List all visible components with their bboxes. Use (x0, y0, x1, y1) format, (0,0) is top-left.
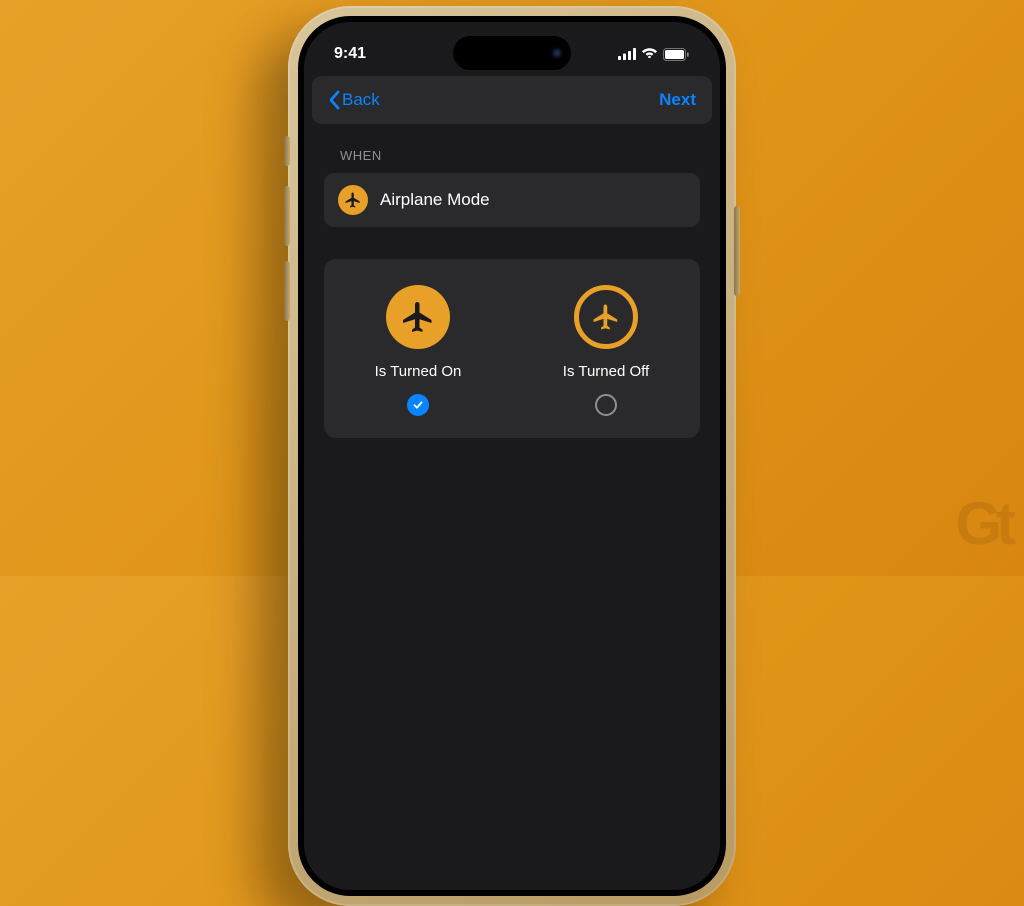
nav-bar: Back Next (312, 76, 712, 124)
content-area: WHEN Airplane Mode (304, 124, 720, 462)
option-off-radio (595, 394, 617, 416)
cellular-icon (618, 48, 636, 60)
checkmark-icon (412, 399, 424, 411)
trigger-name: Airplane Mode (380, 190, 490, 210)
chevron-left-icon (328, 90, 340, 110)
back-label: Back (342, 90, 380, 110)
option-on-radio (407, 394, 429, 416)
phone-frame: 9:41 (288, 6, 736, 906)
volume-up-button (284, 186, 290, 246)
option-turned-on[interactable]: Is Turned On (324, 285, 512, 416)
screen: 9:41 (304, 22, 720, 890)
watermark-logo: Gt (955, 489, 1010, 558)
status-time: 9:41 (334, 45, 366, 63)
airplane-icon (338, 185, 368, 215)
option-turned-off[interactable]: Is Turned Off (512, 285, 700, 416)
battery-icon (663, 48, 690, 61)
airplane-off-icon (574, 285, 638, 349)
airplane-on-icon (386, 285, 450, 349)
option-on-label: Is Turned On (375, 363, 462, 380)
phone-bezel: 9:41 (298, 16, 726, 896)
front-camera (551, 47, 563, 59)
options-card: Is Turned On Is Tur (324, 259, 700, 438)
power-button (734, 206, 740, 296)
status-icons (618, 45, 690, 63)
dynamic-island (453, 36, 571, 70)
next-button[interactable]: Next (659, 90, 696, 110)
silent-switch (284, 136, 290, 166)
when-section-header: WHEN (340, 148, 700, 163)
wifi-icon (641, 45, 658, 63)
volume-down-button (284, 261, 290, 321)
trigger-row[interactable]: Airplane Mode (324, 173, 700, 227)
option-off-label: Is Turned Off (563, 363, 649, 380)
back-button[interactable]: Back (328, 90, 380, 110)
